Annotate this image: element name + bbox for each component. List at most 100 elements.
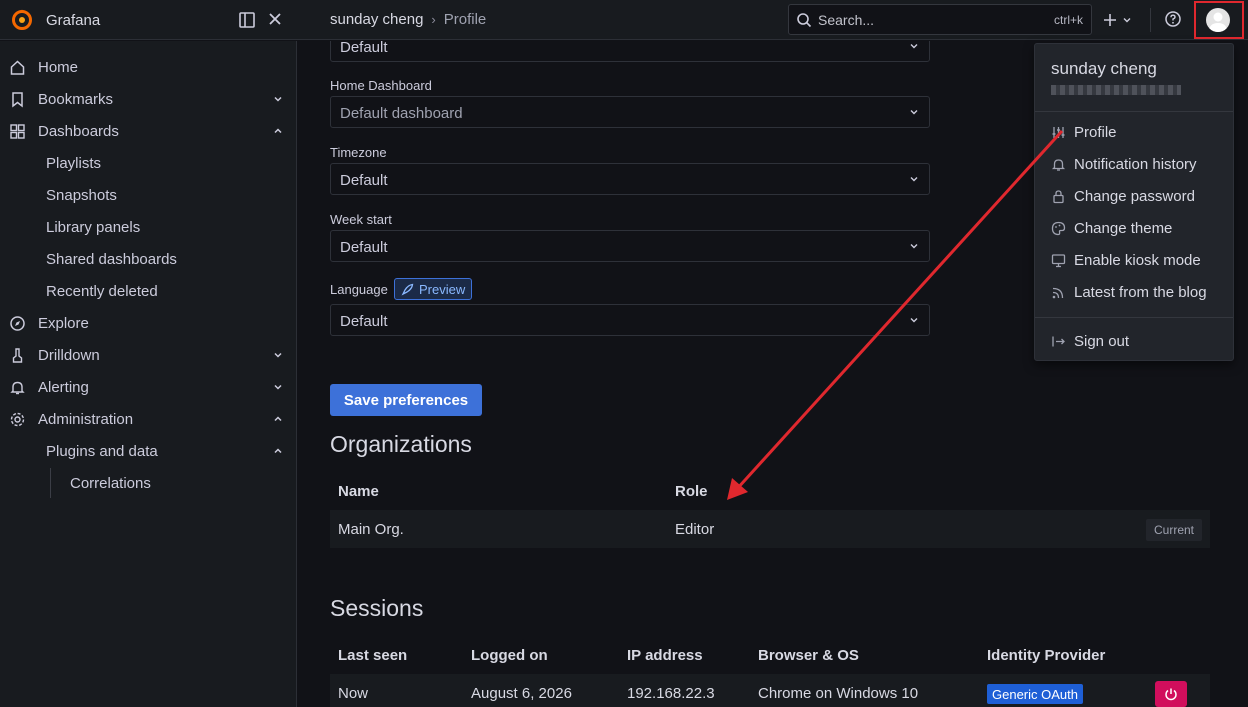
save-preferences-button[interactable]: Save preferences	[330, 384, 482, 416]
column-header: IP address	[627, 647, 703, 664]
timezone-label: Timezone	[330, 145, 387, 160]
compass-icon	[10, 315, 25, 331]
identity-provider-badge: Generic OAuth	[987, 684, 1083, 704]
cog-icon	[10, 412, 25, 426]
select-value: Default	[340, 239, 388, 256]
menu-item-label: Notification history	[1074, 155, 1197, 173]
sidebar-item-bookmarks[interactable]: Bookmarks	[0, 83, 297, 115]
menu-item-sign-out[interactable]: Sign out	[1035, 326, 1233, 356]
sessions-title: Sessions	[330, 595, 424, 621]
bell-icon	[10, 381, 25, 394]
search-icon	[797, 13, 812, 28]
search-bar[interactable]: Search... ctrl+k	[788, 4, 1092, 35]
sliders-icon	[1052, 126, 1065, 138]
column-header: Last seen	[338, 647, 408, 664]
menu-item-change-password[interactable]: Change password	[1035, 181, 1233, 211]
bookmark-icon	[12, 91, 23, 108]
sidebar-item-label: Home	[38, 58, 79, 76]
sidebar-item-home[interactable]: Home	[0, 51, 297, 83]
dock-menu-icon[interactable]	[238, 11, 256, 29]
theme-select[interactable]: Default	[330, 41, 930, 62]
preview-badge: Preview	[394, 278, 473, 300]
sidebar-item-label: Explore	[38, 314, 89, 332]
top-bar: Grafana sunday cheng › Profile Search...…	[0, 0, 1248, 40]
select-value: Default	[340, 172, 388, 189]
bell-icon	[1051, 158, 1066, 171]
sidebar-item-label: Alerting	[38, 378, 89, 396]
sidebar-item-playlists[interactable]: Playlists	[0, 147, 297, 179]
sidebar-item-label: Plugins and data	[46, 442, 158, 460]
session-last-seen: Now	[338, 685, 369, 702]
rocket-icon	[401, 283, 414, 295]
breadcrumb: sunday cheng › Profile	[330, 11, 486, 28]
avatar	[1206, 8, 1230, 32]
sidebar-item-plugins-and-data[interactable]: Plugins and data	[0, 435, 297, 467]
chevron-down-icon[interactable]	[272, 381, 284, 393]
sidebar-item-label: Administration	[38, 410, 134, 428]
column-header: Role	[675, 483, 708, 500]
monitor-icon	[1051, 253, 1066, 267]
table-row: Current	[330, 510, 1210, 548]
org-role: Editor	[675, 521, 715, 538]
sidebar-item-explore[interactable]: Explore	[0, 307, 297, 339]
menu-item-enable-kiosk-mode[interactable]: Enable kiosk mode	[1035, 245, 1233, 275]
chevron-down-icon	[910, 318, 918, 323]
chevron-down-icon	[910, 177, 918, 182]
sidebar-item-label: Library panels	[46, 218, 141, 236]
menu-user-name: sunday cheng	[1051, 59, 1157, 78]
menu-item-notification-history[interactable]: Notification history	[1035, 149, 1233, 179]
sidebar-item-correlations[interactable]: Correlations	[0, 467, 297, 499]
chevron-up-icon[interactable]	[272, 445, 284, 457]
chevron-down-icon[interactable]	[272, 349, 284, 361]
language-select[interactable]: Default	[330, 304, 930, 336]
menu-item-profile[interactable]: Profile	[1035, 117, 1233, 147]
breadcrumb-user[interactable]: sunday cheng	[330, 11, 423, 28]
help-icon[interactable]	[1164, 10, 1182, 28]
week-start-select[interactable]: Default	[330, 230, 930, 262]
chevron-up-icon[interactable]	[272, 125, 284, 137]
rss-icon	[1052, 287, 1064, 298]
sidebar-item-library-panels[interactable]: Library panels	[0, 211, 297, 243]
power-icon	[1165, 688, 1177, 701]
home-icon	[10, 59, 25, 75]
user-silhouette-icon	[1209, 12, 1227, 32]
sidebar-item-alerting[interactable]: Alerting	[0, 371, 297, 403]
apps-icon	[10, 123, 25, 139]
sidebar-nav: Home Bookmarks Dashboards Playlists Snap…	[0, 41, 297, 707]
select-value: Default	[340, 313, 388, 330]
home-logo-link[interactable]: Grafana	[10, 8, 100, 32]
preview-badge-label: Preview	[419, 281, 466, 297]
sidebar-item-administration[interactable]: Administration	[0, 403, 297, 435]
menu-item-change-theme[interactable]: Change theme	[1035, 213, 1233, 243]
sidebar-item-drilldown[interactable]: Drilldown	[0, 339, 297, 371]
drilldown-icon	[12, 347, 23, 363]
session-browser: Chrome on Windows 10	[758, 685, 919, 702]
menu-item-latest-from-the-blog[interactable]: Latest from the blog	[1035, 277, 1233, 307]
menu-divider	[1035, 317, 1233, 318]
revoke-session-button[interactable]	[1155, 681, 1187, 707]
select-placeholder: Default dashboard	[340, 105, 463, 122]
menu-item-label: Change theme	[1074, 219, 1173, 237]
home-dashboard-select[interactable]: Default dashboard	[330, 96, 930, 128]
sidebar-item-label: Playlists	[46, 154, 102, 172]
sidebar-item-snapshots[interactable]: Snapshots	[0, 179, 297, 211]
column-header: Name	[338, 483, 379, 500]
timezone-select[interactable]: Default	[330, 163, 930, 195]
column-header: Identity Provider	[987, 647, 1106, 664]
chevron-down-icon[interactable]	[272, 93, 284, 105]
current-tag: Current	[1145, 519, 1202, 541]
column-header: Logged on	[471, 647, 548, 664]
menu-item-label: Sign out	[1074, 332, 1130, 350]
user-menu-dropdown: sunday cheng Profile Notification histor…	[1034, 43, 1234, 361]
chevron-down-icon	[1123, 18, 1131, 23]
close-menu-icon[interactable]	[266, 10, 284, 28]
sidebar-item-shared-dashboards[interactable]: Shared dashboards	[0, 243, 297, 275]
chevron-up-icon[interactable]	[272, 413, 284, 425]
sidebar-item-dashboards[interactable]: Dashboards	[0, 115, 297, 147]
profile-avatar-button[interactable]	[1194, 1, 1244, 39]
sidebar-item-label: Shared dashboards	[46, 250, 177, 268]
session-ip: 192.168.22.3	[627, 685, 715, 702]
sidebar-item-recently-deleted[interactable]: Recently deleted	[0, 275, 297, 307]
new-menu-button[interactable]	[1102, 9, 1138, 31]
sidebar-item-label: Bookmarks	[38, 90, 114, 108]
